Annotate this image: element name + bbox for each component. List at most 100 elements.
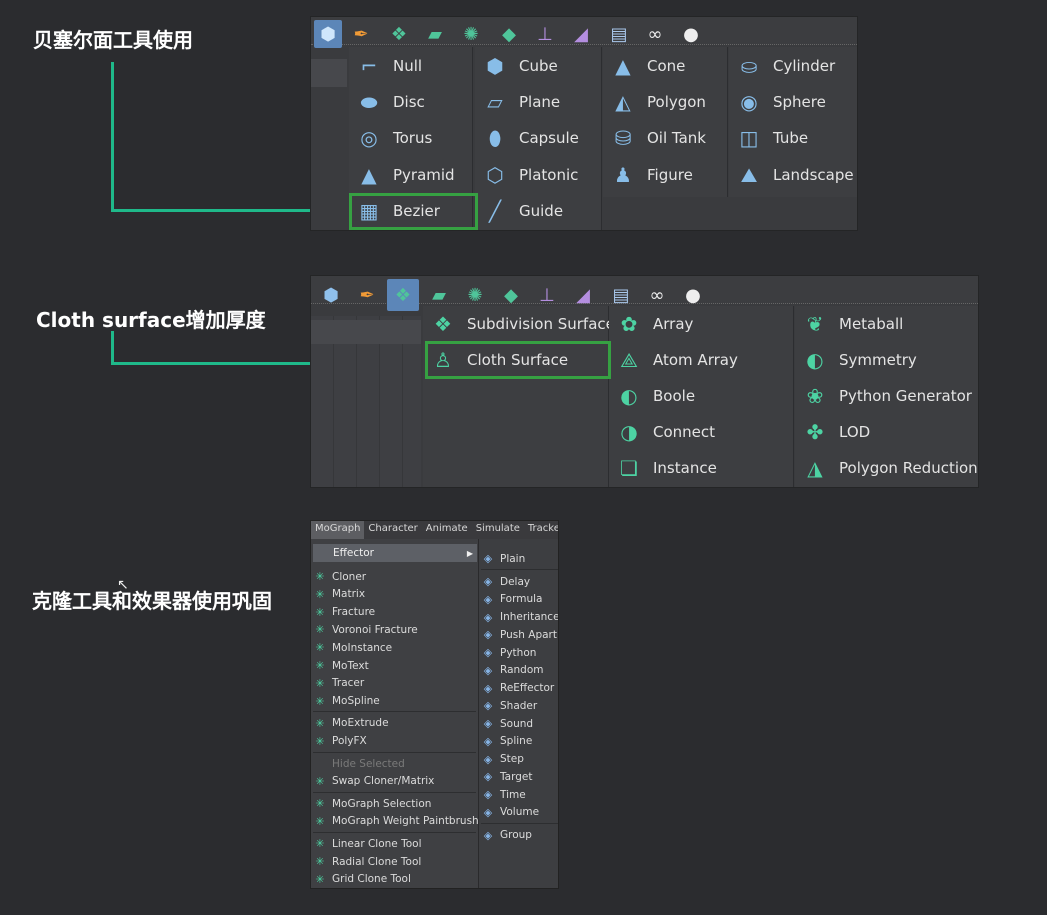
menu-item-connect[interactable]: ◑ Connect [609, 414, 715, 450]
menu-item-cloth-surface[interactable]: ♙ Cloth Surface [423, 342, 568, 378]
deformer-toolbar-icon[interactable]: ◆ [495, 20, 523, 48]
menu-item-fracture[interactable]: ✳ Fracture [313, 604, 375, 621]
menu-tab-tracker[interactable]: Tracker [524, 521, 558, 539]
light-toolbar-icon[interactable]: ● [677, 20, 705, 48]
menu-item-cube[interactable]: ⬢ Cube [475, 48, 557, 84]
menu-item-delay[interactable]: ◈ Delay [481, 573, 530, 590]
menu-item-polygon-reduction[interactable]: ◮ Polygon Reduction [795, 450, 977, 486]
menu-item-cylinder[interactable]: ⛀ Cylinder [729, 48, 836, 84]
menu-item-label: Metaball [839, 315, 904, 333]
menu-tab-mograph[interactable]: MoGraph [311, 521, 365, 539]
menu-item-platonic[interactable]: ⬡ Platonic [475, 157, 578, 193]
menu-item-subdivision-surface[interactable]: ❖ Subdivision Surface [423, 306, 615, 342]
menu-item-sound[interactable]: ◈ Sound [481, 715, 533, 732]
glasses-toolbar-icon[interactable]: ∞ [643, 281, 671, 309]
mograph-menu-panel: MoGraphCharacterAnimateSimulateTracker E… [310, 520, 559, 889]
menu-item-random[interactable]: ◈ Random [481, 662, 544, 679]
menu-item-push-apart[interactable]: ◈ Push Apart [481, 626, 557, 643]
menu-item-matrix[interactable]: ✳ Matrix [313, 586, 365, 603]
menu-item-plane[interactable]: ▱ Plane [475, 84, 560, 120]
menu-item-python[interactable]: ◈ Python [481, 644, 537, 661]
menu-item-guide[interactable]: ╱ Guide [475, 193, 563, 229]
menu-item-instance[interactable]: ❏ Instance [609, 450, 717, 486]
menu-item-motext[interactable]: ✳ MoText [313, 657, 368, 674]
menu-item-torus[interactable]: ◎ Torus [349, 120, 432, 156]
subdivision-toolbar-icon[interactable]: ❖ [387, 279, 419, 311]
menu-item-lod[interactable]: ✤ LOD [795, 414, 871, 450]
menu-item-formula[interactable]: ◈ Formula [481, 591, 543, 608]
menu-item-atom-array[interactable]: ⟁ Atom Array [609, 342, 738, 378]
menu-item-moextrude[interactable]: ✳ MoExtrude [313, 715, 388, 732]
cube-toolbar-icon[interactable]: ⬢ [314, 20, 342, 48]
menu-item-linear-clone-tool[interactable]: ✳ Linear Clone Tool [313, 835, 421, 852]
polyfx-icon: ✳ [315, 734, 325, 748]
menu-item-voronoi-fracture[interactable]: ✳ Voronoi Fracture [313, 621, 417, 638]
menu-item-radial-clone-tool[interactable]: ✳ Radial Clone Tool [313, 853, 421, 870]
mograph-toolbar-icon[interactable]: ✺ [457, 20, 485, 48]
menu-item-label: PolyFX [332, 735, 367, 748]
scene-toolbar-icon[interactable]: ⊥ [533, 281, 561, 309]
menu-item-polygon[interactable]: ◭ Polygon [603, 84, 706, 120]
menu-item-mospline[interactable]: ✳ MoSpline [313, 693, 379, 710]
menu-item-step[interactable]: ◈ Step [481, 751, 524, 768]
menu-item-shader[interactable]: ◈ Shader [481, 697, 537, 714]
capsule-icon: ⬮ [488, 126, 502, 151]
menu-item-bezier[interactable]: ▦ Bezier [349, 193, 440, 229]
menu-item-metaball[interactable]: ❦ Metaball [795, 306, 904, 342]
glasses-toolbar-icon[interactable]: ∞ [641, 20, 669, 48]
menu-item-tracer[interactable]: ✳ Tracer [313, 675, 364, 692]
menu-item-swap-cloner-matrix[interactable]: ✳ Swap Cloner/Matrix [313, 773, 434, 790]
pen-toolbar-icon[interactable]: ✒ [347, 20, 375, 48]
menu-item-plain[interactable]: ◈ Plain [481, 550, 526, 567]
subdivision-toolbar-icon[interactable]: ❖ [385, 20, 413, 48]
menu-item-landscape[interactable]: ⛰ Landscape [729, 157, 854, 193]
menu-item-group[interactable]: ◈ Group [481, 827, 532, 844]
menu-item-oil-tank[interactable]: ⛁ Oil Tank [603, 120, 706, 156]
menu-item-label: LOD [839, 423, 871, 441]
menu-item-python-generator[interactable]: ❀ Python Generator [795, 378, 972, 414]
menu-item-mograph-selection[interactable]: ✳ MoGraph Selection [313, 795, 431, 812]
effector-submenu[interactable]: Effector ▶ [313, 544, 477, 562]
menu-tab-character[interactable]: Character [364, 521, 421, 539]
cube-toolbar-icon[interactable]: ⬢ [317, 281, 345, 309]
menu-item-inheritance[interactable]: ◈ Inheritance [481, 609, 558, 626]
menu-item-capsule[interactable]: ⬮ Capsule [475, 120, 579, 156]
menu-item-sphere[interactable]: ◉ Sphere [729, 84, 826, 120]
menu-item-tube[interactable]: ◫ Tube [729, 120, 809, 156]
menu-item-moinstance[interactable]: ✳ MoInstance [313, 639, 392, 656]
deformer-toolbar-icon[interactable]: ◆ [497, 281, 525, 309]
scene-toolbar-icon[interactable]: ⊥ [531, 20, 559, 48]
menu-item-cone[interactable]: ▲ Cone [603, 48, 685, 84]
light-toolbar-icon[interactable]: ● [679, 281, 707, 309]
menu-item-spline[interactable]: ◈ Spline [481, 733, 533, 750]
menu-item-reeffector[interactable]: ◈ ReEffector [481, 680, 554, 697]
menu-item-cloner[interactable]: ✳ Cloner [313, 568, 366, 585]
menu-item-figure[interactable]: ♟ Figure [603, 157, 693, 193]
camera-toolbar-icon[interactable]: ◢ [567, 20, 595, 48]
pen-toolbar-icon[interactable]: ✒ [353, 281, 381, 309]
menu-item-grid-clone-tool[interactable]: ✳ Grid Clone Tool [313, 871, 411, 888]
menu-item-array[interactable]: ✿ Array [609, 306, 694, 342]
menu-tab-animate[interactable]: Animate [422, 521, 472, 539]
extrude-toolbar-icon[interactable]: ▰ [425, 281, 453, 309]
menu-item-volume[interactable]: ◈ Volume [481, 804, 539, 821]
menu-item-boole[interactable]: ◐ Boole [609, 378, 695, 414]
menu-item-hide-selected[interactable]: Hide Selected [313, 755, 405, 772]
menu-item-null[interactable]: ⌐ Null [349, 48, 422, 84]
menu-item-label: MoGraph Selection [332, 797, 432, 810]
menu-tab-simulate[interactable]: Simulate [472, 521, 524, 539]
menu-item-symmetry[interactable]: ◐ Symmetry [795, 342, 917, 378]
menu-item-disc[interactable]: ⬬ Disc [349, 84, 424, 120]
menu-item-label: Boole [653, 387, 696, 405]
mograph-toolbar-icon[interactable]: ✺ [461, 281, 489, 309]
menu-item-time[interactable]: ◈ Time [481, 786, 526, 803]
menu-item-target[interactable]: ◈ Target [481, 768, 533, 785]
menu-item-pyramid[interactable]: ▲ Pyramid [349, 157, 454, 193]
menu-item-mograph-weight-paintbrush[interactable]: ✳ MoGraph Weight Paintbrush [313, 813, 478, 830]
floor-toolbar-icon[interactable]: ▤ [605, 20, 633, 48]
camera-toolbar-icon[interactable]: ◢ [569, 281, 597, 309]
floor-toolbar-icon[interactable]: ▤ [607, 281, 635, 309]
extrude-toolbar-icon[interactable]: ▰ [421, 20, 449, 48]
sphere-icon: ◉ [740, 90, 758, 115]
menu-item-polyfx[interactable]: ✳ PolyFX [313, 733, 367, 750]
